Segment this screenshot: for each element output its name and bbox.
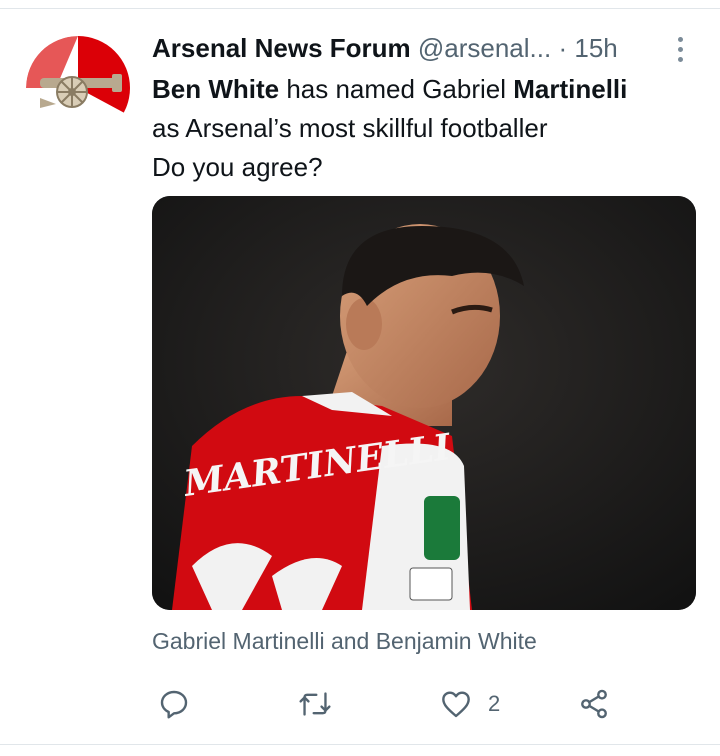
more-dot [677, 46, 683, 52]
tweet-header: Arsenal News Forum @arsenal... · 15h [152, 32, 692, 64]
tweet-timestamp[interactable]: 15h [574, 33, 617, 63]
share-icon [581, 689, 607, 719]
retweet-button[interactable] [298, 684, 332, 724]
retweet-icon [299, 692, 331, 716]
tweet-text: Ben White has named Gabriel Martinelli a… [152, 70, 700, 187]
speech-bubble-icon [160, 690, 188, 719]
like-button[interactable]: 2 [440, 684, 500, 724]
heart-icon [442, 691, 470, 718]
author-handle[interactable]: @arsenal... [418, 33, 551, 63]
tweet-text-line-1: Ben White has named Gabriel Martinelli [152, 70, 700, 109]
top-divider [0, 8, 720, 9]
share-button[interactable] [578, 684, 610, 724]
tweet-text-span: has named Gabriel [279, 74, 514, 104]
tweet-text-bold-ben-white: Ben White [152, 74, 280, 104]
reply-button[interactable] [158, 684, 190, 724]
arsenal-crest-icon [26, 36, 130, 140]
separator-dot: · [558, 33, 568, 63]
like-count: 2 [488, 691, 501, 716]
more-options-icon[interactable] [668, 34, 692, 64]
more-dot [677, 56, 683, 62]
tweet-actions-bar: 2 [0, 684, 720, 724]
author-name[interactable]: Arsenal News Forum [152, 33, 411, 63]
tweet-media-image[interactable]: MARTINELLI [152, 196, 696, 610]
tweet-text-bold-martinelli: Martinelli [513, 74, 628, 104]
player-photo: MARTINELLI [152, 196, 696, 610]
tweet-text-line-3: Do you agree? [152, 152, 323, 182]
more-dot [677, 36, 683, 42]
tweet-text-line-2: as Arsenal’s most skillful footballer [152, 113, 548, 143]
bottom-divider [0, 744, 720, 745]
media-caption: Gabriel Martinelli and Benjamin White [152, 628, 537, 654]
avatar[interactable] [26, 36, 130, 140]
